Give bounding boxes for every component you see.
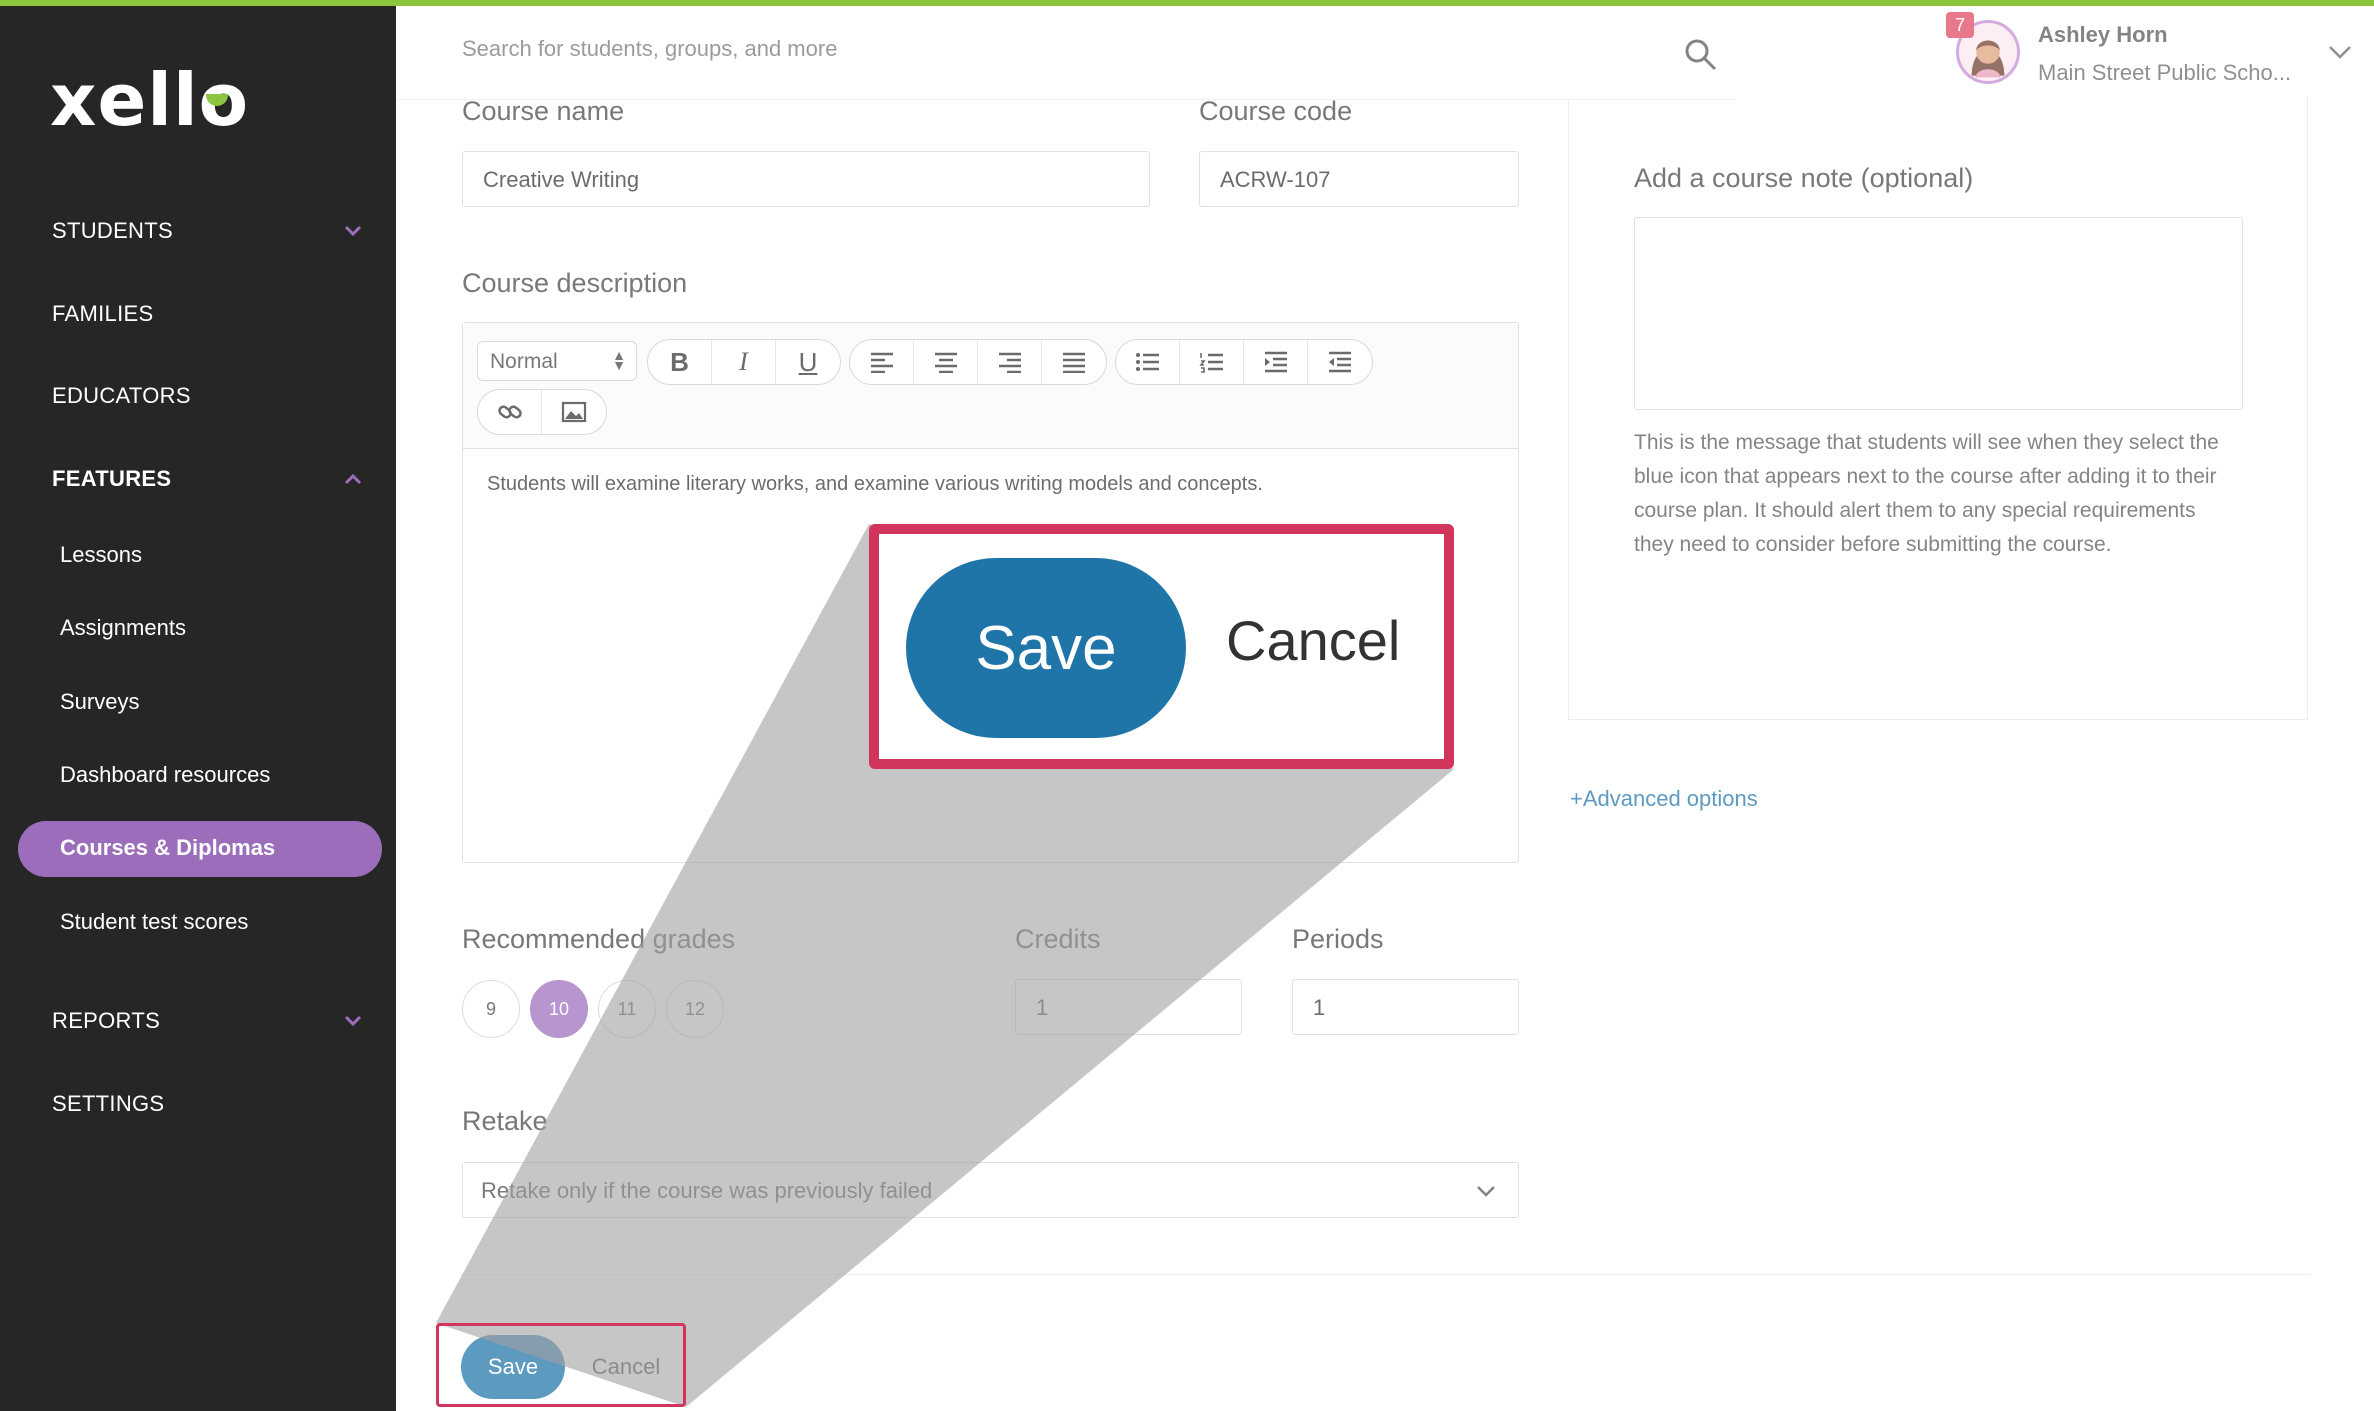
sidebar-item-surveys[interactable]: Surveys (60, 689, 139, 715)
course-note-help: This is the message that students will s… (1634, 431, 2219, 556)
nav-features[interactable]: FEATURES (52, 466, 171, 492)
align-justify-icon[interactable] (1042, 340, 1106, 384)
sidebar: xello STUDENTS FAMILIES EDUCATORS FEATUR… (0, 0, 396, 1411)
retake-select[interactable]: Retake only if the course was previously… (462, 1162, 1519, 1218)
course-code-label: Course code (1199, 96, 1353, 126)
outdent-icon[interactable] (1308, 340, 1372, 384)
user-school: Main Street Public Scho... (2038, 60, 2292, 85)
advanced-options-link[interactable]: +Advanced options (1570, 786, 1758, 812)
periods-label: Periods (1292, 924, 1384, 954)
periods-input[interactable]: 1 (1292, 979, 1519, 1035)
credits-input[interactable]: 1 (1015, 979, 1242, 1035)
indent-icon[interactable] (1244, 340, 1308, 384)
nav-settings[interactable]: SETTINGS (52, 1091, 164, 1117)
search-input[interactable] (462, 36, 1562, 62)
sidebar-item-courses-diplomas[interactable]: Courses & Diplomas (60, 835, 275, 861)
editor-toolbar: Normal ▲ ▼ B I U (463, 323, 1518, 449)
text-style-select[interactable]: Normal ▲ ▼ (477, 341, 637, 381)
nav-features-label: FEATURES (52, 466, 172, 491)
align-center-icon[interactable] (914, 340, 978, 384)
nav-settings-label: SETTINGS (52, 1091, 165, 1116)
nav-educators-label: EDUCATORS (52, 383, 191, 408)
course-name-input[interactable]: Creative Writing (462, 151, 1150, 207)
search-icon[interactable] (1684, 38, 1718, 72)
nav-students[interactable]: STUDENTS (52, 218, 173, 244)
description-text[interactable]: Students will examine literary works, an… (487, 473, 1263, 496)
sidebar-item-student-test-scores[interactable]: Student test scores (60, 909, 248, 935)
retake-value: Retake only if the course was previously… (481, 1178, 933, 1203)
course-note-label: Add a course note (optional) (1634, 163, 1974, 193)
list-group (1115, 339, 1373, 385)
format-group: B I U (647, 339, 841, 385)
numbered-list-icon[interactable] (1180, 340, 1244, 384)
grade-11-toggle[interactable]: 11 (598, 980, 656, 1038)
course-name-label: Course name (462, 96, 625, 126)
top-accent-line (0, 0, 2374, 6)
sidebar-item-dashboard-resources[interactable]: Dashboard resources (60, 762, 270, 788)
insert-group (477, 389, 607, 435)
text-style-value: Normal (490, 350, 558, 373)
search-bar (396, 6, 1736, 100)
chevron-down-icon[interactable] (344, 1012, 362, 1030)
italic-icon[interactable]: I (712, 340, 776, 384)
grade-10-toggle[interactable]: 10 (530, 980, 588, 1038)
align-left-icon[interactable] (850, 340, 914, 384)
grade-12-toggle[interactable]: 12 (666, 980, 724, 1038)
sidebar-item-lessons[interactable]: Lessons (60, 542, 142, 568)
highlight-box (436, 1323, 686, 1407)
user-name: Ashley Horn (2038, 22, 2168, 47)
course-description-label: Course description (462, 268, 688, 298)
nav-students-label: STUDENTS (52, 218, 173, 243)
zoom-save-button: Save (906, 558, 1186, 738)
credits-label: Credits (1015, 924, 1101, 954)
align-group (849, 339, 1107, 385)
nav-families-label: FAMILIES (52, 301, 154, 326)
image-icon[interactable] (542, 390, 606, 434)
recommended-grades-label: Recommended grades (462, 924, 736, 954)
select-arrows-icon: ▲ ▼ (612, 347, 626, 373)
divider (462, 1274, 2310, 1275)
chevron-down-icon (1477, 1186, 1495, 1197)
chevron-down-icon[interactable] (344, 222, 362, 240)
sidebar-item-assignments[interactable]: Assignments (60, 615, 186, 641)
notification-badge[interactable]: 7 (1946, 12, 1974, 38)
user-menu[interactable]: 7 Ashley Horn Main Street Public Scho... (1940, 10, 2374, 94)
underline-icon[interactable]: U (776, 340, 840, 384)
bullet-list-icon[interactable] (1116, 340, 1180, 384)
align-right-icon[interactable] (978, 340, 1042, 384)
nav-educators[interactable]: EDUCATORS (52, 383, 191, 409)
grade-9-toggle[interactable]: 9 (462, 980, 520, 1038)
chevron-down-icon[interactable] (2326, 38, 2354, 66)
link-icon[interactable] (478, 390, 542, 434)
nav-reports-label: REPORTS (52, 1008, 161, 1033)
zoom-cancel-button: Cancel (1226, 609, 1401, 672)
chevron-up-icon[interactable] (344, 470, 362, 488)
retake-label: Retake (462, 1106, 548, 1136)
course-code-input[interactable]: ACRW-107 (1199, 151, 1519, 207)
course-note-textarea[interactable] (1634, 217, 2243, 410)
nav-reports[interactable]: REPORTS (52, 1008, 160, 1034)
bold-icon[interactable]: B (648, 340, 712, 384)
nav-families[interactable]: FAMILIES (52, 301, 153, 327)
